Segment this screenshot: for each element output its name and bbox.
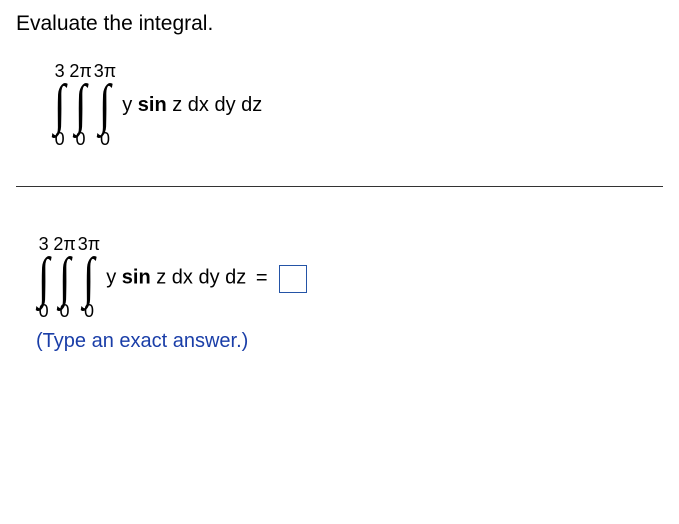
integrand-y: y <box>106 267 122 289</box>
outer-integral: 3 ∫ 0 <box>36 229 51 323</box>
integral-sign-icon: ∫ <box>99 82 111 130</box>
integral-sign-icon: ∫ <box>38 255 50 303</box>
answer-hint: (Type an exact answer.) <box>36 330 663 353</box>
integrand-y: y <box>122 94 138 116</box>
integral-sign-icon: ∫ <box>83 255 95 303</box>
section-divider <box>16 186 663 187</box>
integrand-with-answer: y sin z dx dy dz = <box>106 263 307 293</box>
integrand-sin: sin <box>138 94 167 116</box>
question-integral-block: 3 ∫ 0 2π ∫ 0 3π ∫ 0 y sin z dx dy dz <box>52 56 663 150</box>
middle-integral: 2π ∫ 0 <box>53 229 75 323</box>
integrand: y sin z dx dy dz <box>122 94 262 117</box>
inner-integral: 3π ∫ 0 <box>78 229 100 323</box>
answer-input[interactable] <box>279 265 307 293</box>
integral-sign-icon: ∫ <box>59 255 71 303</box>
outer-integral: 3 ∫ 0 <box>52 56 67 150</box>
integrand-rest: z dx dy dz <box>151 267 247 289</box>
answer-integral-expression: 3 ∫ 0 2π ∫ 0 3π ∫ 0 y sin z dx dy dz = <box>36 229 663 323</box>
answer-block: 3 ∫ 0 2π ∫ 0 3π ∫ 0 y sin z dx dy dz = (… <box>36 229 663 354</box>
integral-sign-icon: ∫ <box>75 82 87 130</box>
triple-integral-symbols: 3 ∫ 0 2π ∫ 0 3π ∫ 0 <box>52 56 116 150</box>
integral-sign-icon: ∫ <box>54 82 66 130</box>
integrand-sin: sin <box>122 267 151 289</box>
middle-integral: 2π ∫ 0 <box>69 56 91 150</box>
question-prompt: Evaluate the integral. <box>16 12 663 36</box>
triple-integral-symbols: 3 ∫ 0 2π ∫ 0 3π ∫ 0 <box>36 229 100 323</box>
integrand-rest: z dx dy dz <box>167 94 263 116</box>
inner-integral: 3π ∫ 0 <box>94 56 116 150</box>
triple-integral-expression: 3 ∫ 0 2π ∫ 0 3π ∫ 0 y sin z dx dy dz <box>52 56 663 150</box>
equals-sign: = <box>250 267 273 289</box>
